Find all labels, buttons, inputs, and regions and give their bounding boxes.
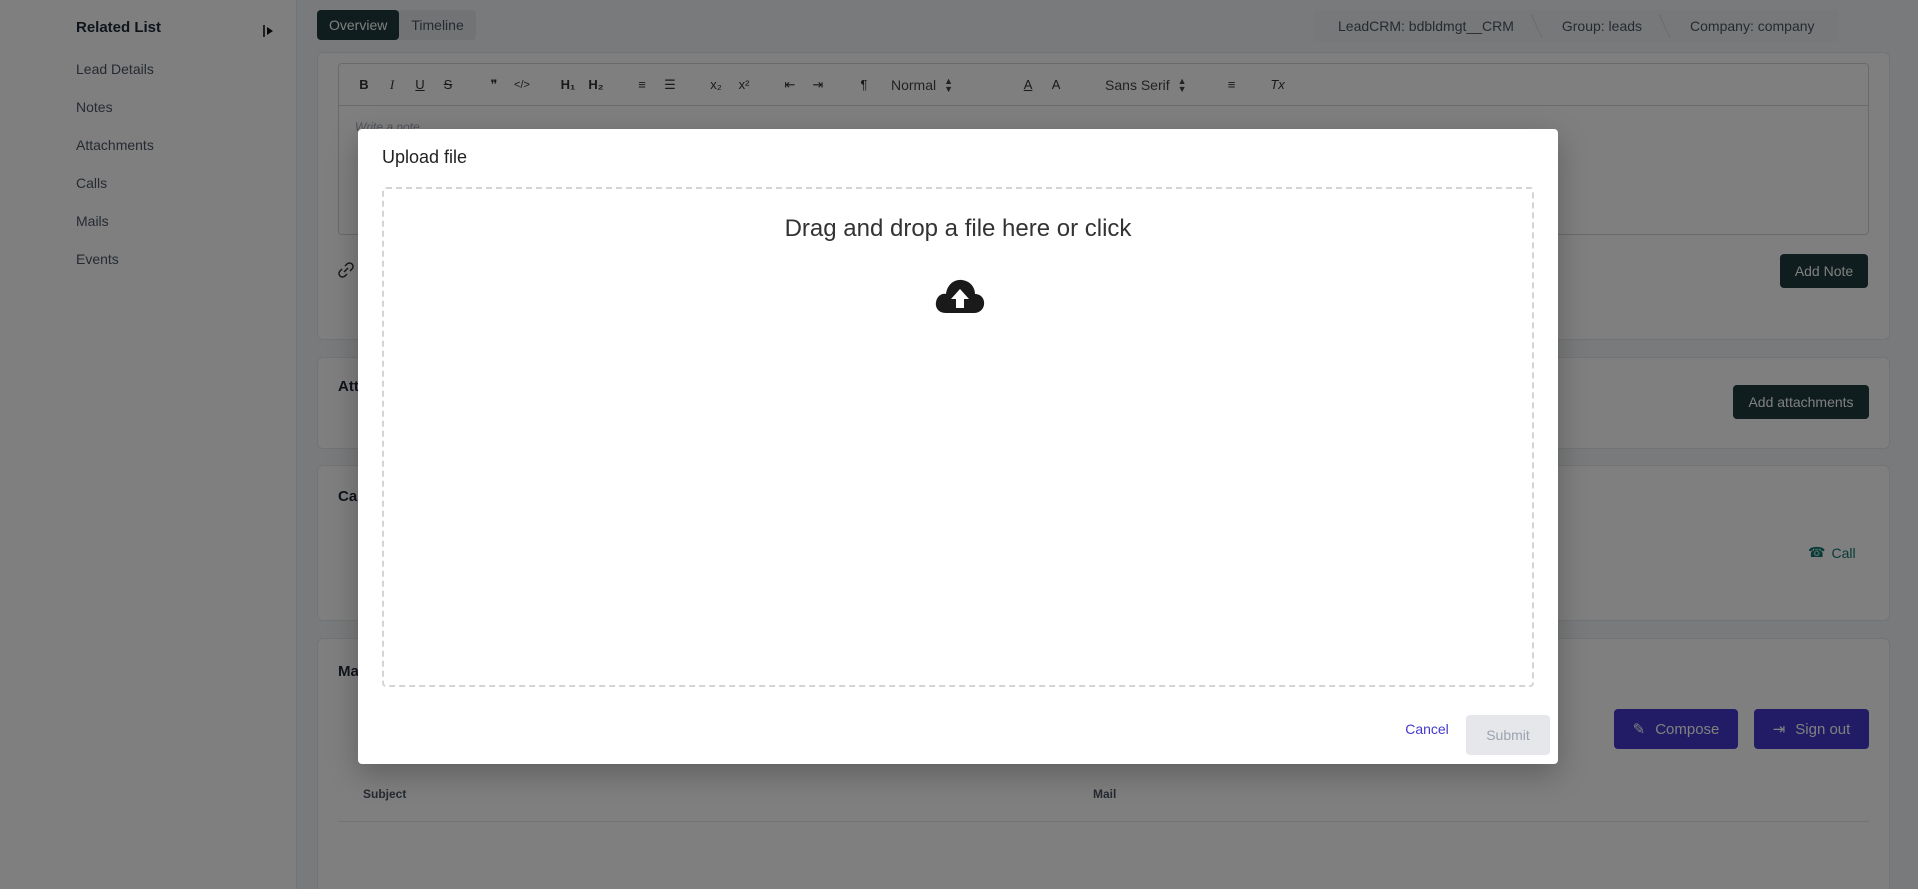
submit-button[interactable]: Submit xyxy=(1466,715,1550,755)
dropzone-text: Drag and drop a file here or click xyxy=(784,215,1132,242)
cloud-upload-icon xyxy=(935,279,985,313)
upload-file-dialog: Upload file Drag and drop a file here or… xyxy=(358,129,1558,764)
cancel-button[interactable]: Cancel xyxy=(1392,711,1462,747)
file-dropzone[interactable]: Drag and drop a file here or click xyxy=(382,187,1534,687)
dialog-title: Upload file xyxy=(382,147,468,167)
